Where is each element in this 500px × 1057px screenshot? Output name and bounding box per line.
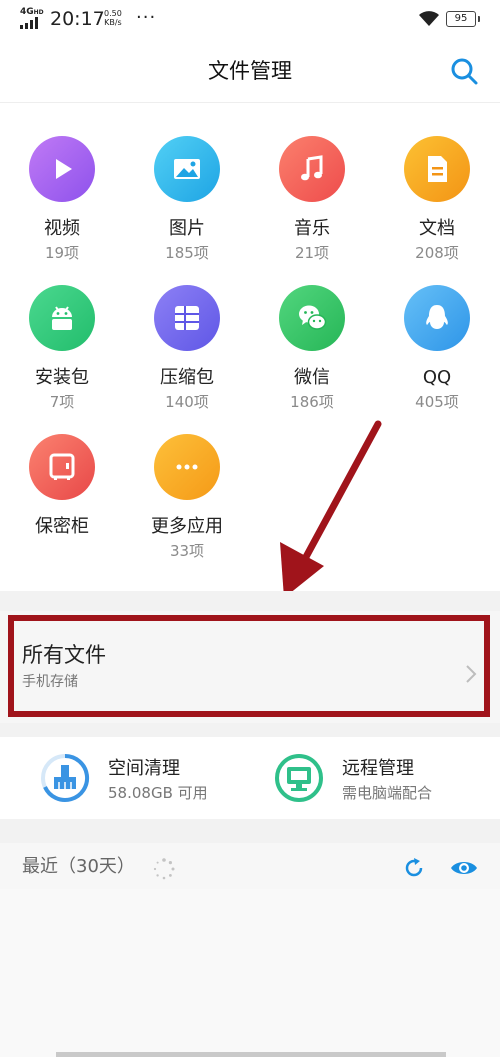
category-qq[interactable]: QQ 405项 [375, 252, 499, 411]
category-count: 186项 [290, 393, 334, 411]
section-divider [0, 723, 500, 737]
category-apk[interactable]: 安装包 7项 [0, 252, 124, 411]
category-icon-bg [279, 285, 345, 351]
category-video[interactable]: 视频 19项 [0, 103, 124, 262]
category-icon-bg [29, 285, 95, 351]
tool-name: 远程管理 [342, 758, 414, 779]
eye-icon[interactable] [450, 856, 478, 880]
category-icon-bg [154, 285, 220, 351]
network-hd: HD [33, 9, 44, 16]
network-speed: 0.50 KB/s [104, 9, 122, 27]
category-icon-bg [279, 136, 345, 202]
wifi-icon [419, 11, 439, 26]
category-label: QQ [422, 367, 452, 388]
speed-unit: KB/s [104, 18, 122, 27]
category-count: 33项 [169, 542, 205, 560]
navigation-bar [56, 1052, 446, 1057]
section-divider [0, 819, 500, 843]
space-cleanup-button[interactable]: 空间清理 58.08GB 可用 [40, 737, 240, 819]
category-label: 微信 [294, 367, 330, 388]
tool-subtitle: 58.08GB 可用 [108, 784, 208, 802]
annotation-arrow [280, 420, 382, 598]
document-icon [428, 156, 447, 182]
image-icon [174, 159, 200, 179]
play-icon [56, 159, 72, 179]
tool-subtitle: 需电脑端配合 [342, 784, 433, 802]
search-icon[interactable] [448, 55, 480, 87]
category-images[interactable]: 图片 185项 [125, 103, 249, 262]
network-type: 4G [20, 7, 34, 17]
broom-icon [41, 753, 90, 802]
all-files-subtitle: 手机存储 [22, 674, 78, 690]
speed-value: 0.50 [104, 9, 122, 18]
network-indicator: 4GHD [20, 8, 44, 17]
more-notifications-icon: ··· [136, 7, 157, 28]
safe-icon [49, 453, 75, 480]
category-icon-bg [404, 136, 470, 202]
loading-spinner-icon [153, 858, 175, 880]
category-count: 405项 [415, 393, 459, 411]
category-music[interactable]: 音乐 21项 [250, 103, 374, 262]
category-label: 更多应用 [151, 516, 223, 537]
qq-penguin-icon [426, 305, 448, 329]
signal-bars-icon [20, 17, 38, 29]
all-files-title: 所有文件 [22, 643, 106, 667]
section-divider [0, 591, 500, 611]
status-bar: 4GHD 20:17 0.50 KB/s ··· 95 [0, 0, 500, 40]
android-icon [52, 306, 72, 330]
category-label: 保密柜 [35, 516, 89, 537]
category-icon-bg [404, 285, 470, 351]
category-archives[interactable]: 压缩包 140项 [125, 252, 249, 411]
refresh-icon[interactable] [402, 856, 426, 880]
category-label: 音乐 [294, 218, 330, 239]
more-dots-icon [176, 464, 198, 470]
recent-header: 最近（30天） [0, 843, 500, 889]
category-icon-bg [29, 136, 95, 202]
chevron-right-icon [466, 665, 477, 683]
recent-files-list [0, 889, 500, 1057]
recent-title: 最近（30天） [22, 856, 135, 877]
remote-management-button[interactable]: 远程管理 需电脑端配合 [274, 737, 484, 819]
category-label: 图片 [169, 218, 205, 239]
category-grid: 视频 19项 图片 185项 音乐 21项 文档 208项 安装包 7项 压缩包… [0, 103, 500, 598]
monitor-icon [275, 754, 323, 802]
tool-name: 空间清理 [108, 758, 180, 779]
category-icon-bg [29, 434, 95, 500]
category-documents[interactable]: 文档 208项 [375, 103, 499, 262]
category-wechat[interactable]: 微信 186项 [250, 252, 374, 411]
category-label: 压缩包 [160, 367, 214, 388]
category-label: 文档 [419, 218, 455, 239]
clock: 20:17 [50, 8, 105, 30]
tools-row: 空间清理 58.08GB 可用 远程管理 需电脑端配合 [0, 737, 500, 819]
category-icon-bg [154, 136, 220, 202]
category-safe[interactable]: 保密柜 [0, 401, 124, 541]
battery-icon: 95 [446, 11, 480, 27]
category-more-apps[interactable]: 更多应用 33项 [125, 401, 249, 560]
page-title: 文件管理 [208, 59, 292, 83]
category-label: 安装包 [35, 367, 89, 388]
music-note-icon [301, 155, 323, 181]
all-files-row[interactable]: 所有文件 手机存储 [0, 611, 500, 723]
title-bar: 文件管理 [0, 40, 500, 103]
category-label: 视频 [44, 218, 80, 239]
wechat-icon [299, 305, 327, 330]
category-icon-bg [154, 434, 220, 500]
archive-icon [175, 306, 199, 330]
